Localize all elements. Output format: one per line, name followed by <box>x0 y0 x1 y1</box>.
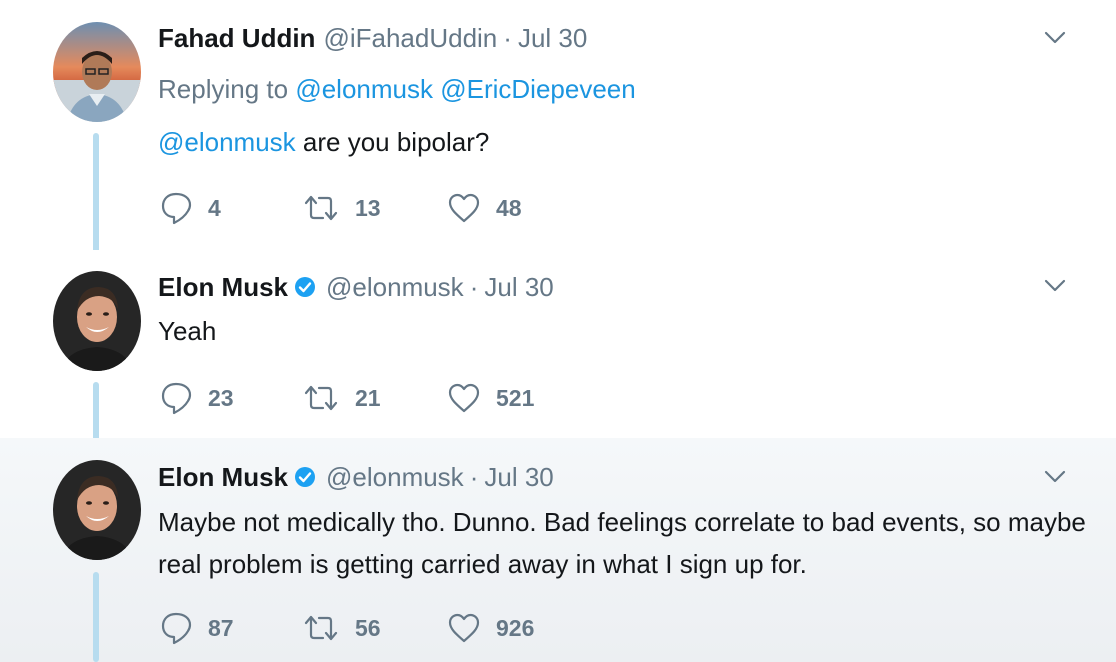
reply-count: 87 <box>208 614 234 641</box>
reply-count: 4 <box>208 194 221 221</box>
retweet-icon <box>303 193 339 223</box>
reply-icon <box>160 191 192 225</box>
reply-button[interactable]: 4 <box>160 188 221 228</box>
tweet-text: Maybe not medically tho. Dunno. Bad feel… <box>158 507 1086 579</box>
like-count: 926 <box>496 614 535 641</box>
tweet-actions: 4 13 48 <box>158 188 658 228</box>
retweet-count: 13 <box>355 194 381 221</box>
chevron-down-icon[interactable] <box>1042 464 1068 490</box>
retweet-button[interactable]: 21 <box>303 378 381 418</box>
tweet-text: Yeah <box>158 316 217 346</box>
tweet-thread: Fahad Uddin @iFahadUddin · Jul 30 Replyi… <box>0 0 1116 662</box>
verified-badge-icon <box>294 276 316 298</box>
author-name[interactable]: Fahad Uddin <box>158 23 315 54</box>
like-count: 521 <box>496 384 535 411</box>
mention-link[interactable]: @elonmusk <box>295 74 433 104</box>
reply-icon <box>160 381 192 415</box>
like-count: 48 <box>496 194 522 221</box>
separator: · <box>469 271 479 302</box>
avatar[interactable] <box>53 22 141 122</box>
tweet-text-content: are you bipolar? <box>302 127 490 157</box>
like-button[interactable]: 521 <box>448 378 534 418</box>
separator: · <box>503 22 512 53</box>
retweet-button[interactable]: 56 <box>303 608 381 648</box>
replying-to: Replying to @elonmusk @EricDiepeveen <box>158 74 636 105</box>
retweet-count: 21 <box>355 384 381 411</box>
author-handle[interactable]: @iFahadUddin <box>323 23 497 54</box>
thread-connector <box>93 572 99 662</box>
timestamp[interactable]: Jul 30 <box>518 23 587 54</box>
retweet-count: 56 <box>355 614 381 641</box>
chevron-down-icon[interactable] <box>1042 25 1068 51</box>
separator: · <box>469 461 479 492</box>
heart-icon <box>448 193 480 223</box>
chevron-down-icon[interactable] <box>1042 273 1068 299</box>
tweet-actions: 23 21 521 <box>158 378 658 418</box>
heart-icon <box>448 613 480 643</box>
replying-to-label: Replying to <box>158 74 289 104</box>
author-name[interactable]: Elon Musk <box>158 272 288 303</box>
tweet-header: Elon Musk @elonmusk · Jul 30 <box>158 460 554 494</box>
reply-button[interactable]: 87 <box>160 608 234 648</box>
retweet-icon <box>303 383 339 413</box>
mention-link[interactable]: @elonmusk <box>158 127 296 157</box>
mention-link[interactable]: @EricDiepeveen <box>440 74 635 104</box>
retweet-icon <box>303 613 339 643</box>
author-handle[interactable]: @elonmusk <box>326 462 464 493</box>
tweet[interactable]: Fahad Uddin @iFahadUddin · Jul 30 Replyi… <box>0 0 1116 264</box>
tweet-actions: 87 56 926 <box>158 608 658 648</box>
retweet-button[interactable]: 13 <box>303 188 381 228</box>
reply-icon <box>160 611 192 645</box>
reply-count: 23 <box>208 384 234 411</box>
reply-button[interactable]: 23 <box>160 378 234 418</box>
tweet[interactable]: Elon Musk @elonmusk · Jul 30 Yeah 23 21 … <box>0 250 1116 456</box>
author-handle[interactable]: @elonmusk <box>326 272 464 303</box>
avatar[interactable] <box>53 460 141 560</box>
avatar[interactable] <box>53 271 141 371</box>
like-button[interactable]: 48 <box>448 188 522 228</box>
like-button[interactable]: 926 <box>448 608 534 648</box>
tweet-header: Fahad Uddin @iFahadUddin · Jul 30 <box>158 21 587 55</box>
heart-icon <box>448 383 480 413</box>
tweet[interactable]: Elon Musk @elonmusk · Jul 30 Maybe not m… <box>0 438 1116 662</box>
thread-connector <box>93 133 99 264</box>
tweet-header: Elon Musk @elonmusk · Jul 30 <box>158 270 554 304</box>
timestamp[interactable]: Jul 30 <box>484 272 553 303</box>
author-name[interactable]: Elon Musk <box>158 462 288 493</box>
verified-badge-icon <box>294 466 316 488</box>
timestamp[interactable]: Jul 30 <box>484 462 553 493</box>
tweet-text: @elonmusk are you bipolar? <box>158 121 489 163</box>
